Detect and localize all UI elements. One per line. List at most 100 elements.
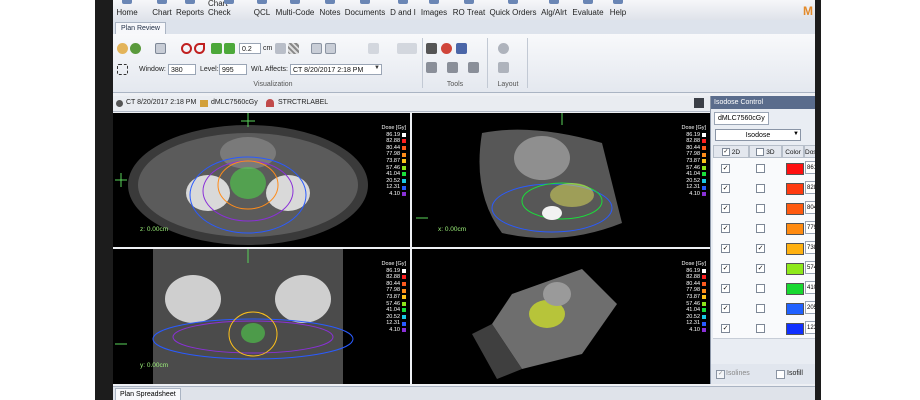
isodose-dose-value[interactable]: 779 xyxy=(805,221,815,234)
window-input[interactable]: 380 xyxy=(168,64,196,75)
tool-a-icon[interactable] xyxy=(426,62,437,73)
layout-green-icon[interactable] xyxy=(211,43,222,54)
isodose-3d-checkbox[interactable] xyxy=(756,304,765,313)
isodose-2d-checkbox[interactable]: ✓ xyxy=(721,284,730,293)
grid-icon[interactable] xyxy=(288,43,299,54)
isodose-dose-value[interactable]: 828 xyxy=(805,181,815,194)
structure-set-label[interactable]: STRCTRLABEL xyxy=(278,99,328,106)
select-box-icon[interactable] xyxy=(155,43,166,54)
tool-measure-icon[interactable] xyxy=(426,43,437,54)
isodose-row[interactable]: ✓ ✓ 738 xyxy=(713,238,815,259)
isodose-row[interactable]: ✓ 123 xyxy=(713,318,815,339)
isodose-row[interactable]: ✓ 779 xyxy=(713,218,815,239)
ct-dataset-label[interactable]: CT 8/20/2017 2:18 PM xyxy=(126,99,196,106)
isodose-2d-checkbox[interactable]: ✓ xyxy=(721,304,730,313)
menu-multi-code[interactable]: Multi-Code xyxy=(275,0,315,20)
rotate-left-icon[interactable] xyxy=(181,43,192,54)
isodose-3d-checkbox[interactable] xyxy=(756,284,765,293)
tool-crosshair-icon[interactable] xyxy=(441,43,452,54)
isodose-color-swatch[interactable] xyxy=(786,203,804,215)
isodose-mode-select[interactable]: Isodose xyxy=(715,129,801,141)
isodose-color-swatch[interactable] xyxy=(786,223,804,235)
align-left-icon[interactable] xyxy=(311,43,322,54)
dropdown-icon[interactable] xyxy=(397,43,417,54)
isodose-2d-checkbox[interactable]: ✓ xyxy=(721,264,730,273)
isodose-3d-checkbox[interactable] xyxy=(756,184,765,193)
header-3d-checkbox[interactable] xyxy=(756,148,765,157)
menu-notes[interactable]: Notes xyxy=(318,0,342,20)
isodose-row[interactable]: ✓ 861 xyxy=(713,158,815,179)
tool-points-icon[interactable] xyxy=(456,43,467,54)
isodose-color-swatch[interactable] xyxy=(786,263,804,275)
viewport-coronal[interactable]: y: 0.00cm Dose [Gy] 86.19 82.88 80.44 77.98… xyxy=(113,249,410,384)
viewport-sagittal[interactable]: x: 0.00cm Dose [Gy] 86.19 82.88 80.44 77.98… xyxy=(412,113,710,247)
align-right-icon[interactable] xyxy=(325,43,336,54)
isodose-dose-value[interactable]: 738 xyxy=(805,241,815,254)
arrow-icon[interactable] xyxy=(368,43,379,54)
isodose-dose-value[interactable]: 123 xyxy=(805,321,815,334)
menu-ro-treat[interactable]: RO Treat xyxy=(452,0,486,20)
dose-dataset-label[interactable]: dMLC7560cGy xyxy=(211,99,258,106)
zoom-step-input[interactable]: 0.2 xyxy=(239,43,261,54)
menu-reports[interactable]: Reports xyxy=(175,0,205,20)
wl-affects-select[interactable]: CT 8/20/2017 2:18 PM xyxy=(290,64,382,75)
isodose-color-swatch[interactable] xyxy=(786,303,804,315)
viewport-3d[interactable]: Dose [Gy] 86.19 82.88 80.44 77.98 73.87 57.46… xyxy=(412,249,710,384)
isodose-3d-checkbox[interactable]: ✓ xyxy=(756,244,765,253)
isodose-dose-tab[interactable]: dMLC7560cGy xyxy=(714,112,769,125)
isodose-row[interactable]: ✓ 804 xyxy=(713,198,815,219)
isodose-3d-checkbox[interactable] xyxy=(756,164,765,173)
isodose-3d-checkbox[interactable] xyxy=(756,204,765,213)
isodose-color-swatch[interactable] xyxy=(786,323,804,335)
crosshair-icon[interactable] xyxy=(117,64,128,75)
isodose-dose-value[interactable]: 861 xyxy=(805,161,815,174)
menu-d-and-i[interactable]: D and I xyxy=(389,0,417,20)
isodose-dose-value[interactable]: 574 xyxy=(805,261,815,274)
menu-chart-check[interactable]: Chart Check xyxy=(208,0,250,20)
isodose-3d-checkbox[interactable] xyxy=(756,324,765,333)
tool-b-icon[interactable] xyxy=(447,62,458,73)
pan-hand-icon[interactable] xyxy=(117,43,128,54)
layout-green2-icon[interactable] xyxy=(224,43,235,54)
menu-documents[interactable]: Documents xyxy=(345,0,385,20)
menu-home[interactable]: Home xyxy=(115,0,139,20)
isodose-2d-checkbox[interactable]: ✓ xyxy=(721,244,730,253)
isodose-2d-checkbox[interactable]: ✓ xyxy=(721,164,730,173)
menu-alg-alrt[interactable]: Alg/Alrt xyxy=(539,0,569,20)
tab-plan-spreadsheet[interactable]: Plan Spreadsheet xyxy=(115,388,181,400)
isodose-2d-checkbox[interactable]: ✓ xyxy=(721,184,730,193)
isodose-3d-checkbox[interactable]: ✓ xyxy=(756,264,765,273)
layout-grid-icon[interactable] xyxy=(498,62,509,73)
menu-quick-orders[interactable]: Quick Orders xyxy=(489,0,537,20)
level-input[interactable]: 995 xyxy=(219,64,247,75)
isodose-color-swatch[interactable] xyxy=(786,243,804,255)
isodose-dose-value[interactable]: 410 xyxy=(805,281,815,294)
isodose-row[interactable]: ✓ 828 xyxy=(713,178,815,199)
isodose-dose-value[interactable]: 804 xyxy=(805,201,815,214)
isodose-row[interactable]: ✓ 410 xyxy=(713,278,815,299)
isodose-color-swatch[interactable] xyxy=(786,183,804,195)
isodose-3d-checkbox[interactable] xyxy=(756,224,765,233)
isofill-checkbox[interactable] xyxy=(776,370,785,379)
isodose-dose-value[interactable]: 205 xyxy=(805,301,815,314)
header-2d-checkbox[interactable]: ✓ xyxy=(721,148,730,157)
ruler-icon[interactable] xyxy=(275,43,286,54)
menu-images[interactable]: Images xyxy=(420,0,448,20)
isodose-2d-checkbox[interactable]: ✓ xyxy=(721,324,730,333)
export-icon[interactable] xyxy=(694,98,704,108)
undo-icon[interactable] xyxy=(194,43,205,54)
viewport-axial[interactable]: z: 0.00cm Dose [Gy] 86.19 82.88 80.44 77.98… xyxy=(113,113,410,247)
isodose-row[interactable]: ✓ ✓ 574 xyxy=(713,258,815,279)
isodose-color-swatch[interactable] xyxy=(786,283,804,295)
isodose-2d-checkbox[interactable]: ✓ xyxy=(721,224,730,233)
tool-print-icon[interactable] xyxy=(468,62,479,73)
zoom-icon[interactable] xyxy=(130,43,141,54)
menu-help[interactable]: Help xyxy=(607,0,629,20)
isodose-color-swatch[interactable] xyxy=(786,163,804,175)
isodose-2d-checkbox[interactable]: ✓ xyxy=(721,204,730,213)
isodose-row[interactable]: ✓ 205 xyxy=(713,298,815,319)
menu-qcl[interactable]: QCL xyxy=(252,0,272,20)
layout-sphere-icon[interactable] xyxy=(498,43,509,54)
isolines-checkbox[interactable]: ✓ xyxy=(716,370,725,379)
menu-chart[interactable]: Chart xyxy=(151,0,173,20)
